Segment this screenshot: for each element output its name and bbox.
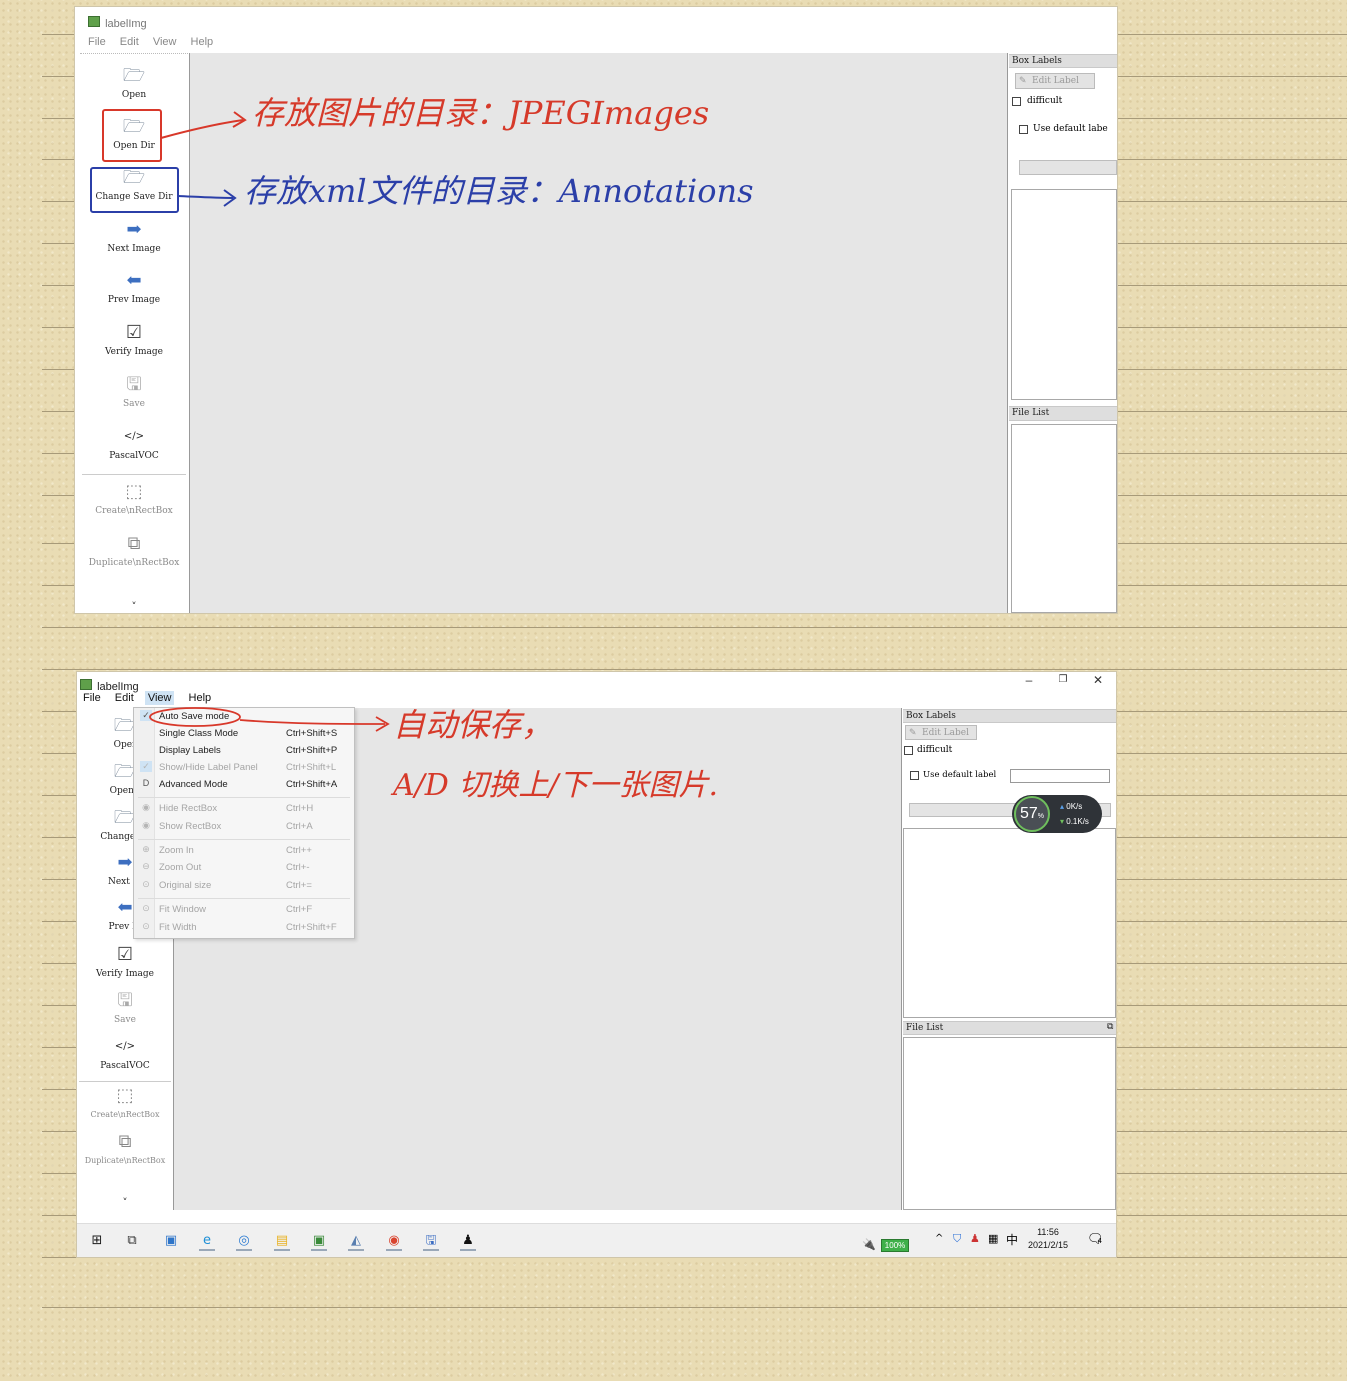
menu-item-fit-window[interactable]: ⊙ Fit Window Ctrl+F (134, 902, 354, 919)
task-view-icon[interactable]: ⧉ (124, 1233, 140, 1249)
zoom-icon: ⊙ (142, 879, 150, 889)
notes-app-icon[interactable]: ◭ (348, 1233, 364, 1251)
search-app-icon[interactable]: ◎ (236, 1233, 252, 1251)
toolbar-pascalvoc[interactable]: </> PascalVOC (77, 1037, 173, 1071)
tray-chevron-icon[interactable]: ^ (935, 1233, 943, 1244)
toolbar-label: Create\nRectBox (90, 1110, 160, 1119)
network-tray-icon[interactable]: ▦ (988, 1232, 998, 1245)
toolbar-more-chevron-icon[interactable]: ˅ (77, 1198, 173, 1209)
ime-indicator[interactable]: 中 (1006, 1231, 1018, 1248)
clock-date: 2021/2/15 (1027, 1240, 1069, 1250)
annotation-open-dir: 存放图片的目录：JPEGImages (252, 94, 710, 132)
clock-time: 11:56 (1037, 1227, 1059, 1237)
annotation-auto-save: 自动保存， (393, 706, 554, 744)
annotation-save-dir: 存放xml文件的目录：Annotations (244, 172, 754, 210)
toolbar-verify-image[interactable]: ☑ Verify Image (77, 944, 173, 980)
edge-icon[interactable]: e (199, 1233, 215, 1251)
file-explorer-icon[interactable]: ▤ (274, 1233, 290, 1251)
floppy-icon: 🖫 (117, 990, 133, 1011)
save-app-icon[interactable]: 🖫 (423, 1233, 439, 1251)
zoom-in-icon: ⊕ (142, 844, 150, 854)
label-list[interactable] (903, 828, 1116, 1018)
toolbar-label: PascalVOC (100, 1061, 150, 1071)
zoom-icon: ⊙ (142, 921, 150, 931)
toolbar-divider (79, 1081, 171, 1082)
zoom-icon: ⊙ (142, 903, 150, 913)
battery-indicator[interactable]: 🔌 100% (862, 1233, 910, 1252)
menu-item-shortcut: Ctrl++ (286, 845, 312, 856)
toolbar-label: Verify Image (96, 969, 154, 979)
menu-item-original-size[interactable]: ⊙ Original size Ctrl+= (134, 878, 354, 895)
file-list[interactable] (903, 1037, 1116, 1210)
control-panel-icon[interactable]: ▣ (163, 1233, 179, 1249)
menu-item-shortcut: Ctrl+F (286, 904, 313, 915)
menu-item-zoom-in[interactable]: ⊕ Zoom In Ctrl++ (134, 843, 354, 860)
labelimg-app-icon[interactable]: ▣ (311, 1233, 327, 1251)
menu-item-shortcut: Ctrl+- (286, 862, 310, 873)
toolbar-create-rectbox[interactable]: ⬚ Create\nRectBox (77, 1085, 173, 1120)
chrome-icon[interactable]: ◉ (386, 1233, 402, 1251)
menu-item-label: Fit Window (159, 904, 206, 915)
toolbar-label: Save (114, 1015, 136, 1025)
battery-plug-icon: 🔌 (862, 1238, 876, 1251)
menu-item-shortcut: Ctrl+= (286, 880, 312, 891)
code-icon: </> (114, 1041, 136, 1052)
clock[interactable]: 11:56 2021/2/15 (1025, 1226, 1071, 1252)
duplicate-icon: ⧉ (118, 1131, 132, 1152)
windows-icon[interactable]: ⊞ (89, 1233, 105, 1249)
menu-separator (138, 898, 350, 899)
qq-icon[interactable]: ♟ (460, 1233, 476, 1251)
notification-count: 4 (1097, 1237, 1102, 1245)
checkbox-icon: ☑ (116, 944, 134, 965)
toolbar-duplicate-rectbox[interactable]: ⧉ Duplicate\nRectBox (77, 1131, 173, 1166)
menu-item-fit-width[interactable]: ⊙ Fit Width Ctrl+Shift+F (134, 920, 354, 937)
file-list-title: File List (903, 1021, 1116, 1035)
menu-item-label: Original size (159, 880, 212, 891)
toolbar-save[interactable]: 🖫 Save (77, 990, 173, 1026)
menu-item-zoom-out[interactable]: ⊖ Zoom Out Ctrl+- (134, 860, 354, 877)
undock-icon[interactable]: ⧉ (1107, 1022, 1113, 1032)
qq-tray-icon[interactable]: ♟ (970, 1232, 980, 1245)
menu-item-label: Zoom Out (159, 862, 202, 873)
battery-level: 100% (880, 1239, 910, 1252)
zoom-out-icon: ⊖ (142, 861, 150, 871)
security-tray-icon[interactable]: ⛉ (953, 1232, 961, 1246)
notification-center-icon[interactable]: 🗨4 (1087, 1232, 1104, 1247)
annotation-overlay-2 (149, 707, 390, 732)
menu-item-shortcut: Ctrl+Shift+F (286, 922, 337, 933)
toolbar-label: Duplicate\nRectBox (84, 1156, 166, 1165)
windows-taskbar: ⊞ ⧉ ▣ e ◎ ▤ ▣ ◭ ◉ 🖫 ♟ 🔌 100% ^ ⛉ ♟ ▦ 中 11:56 2021/… (77, 1223, 1116, 1257)
annotation-ad-switch: A/D 切换上/下一张图片. (393, 768, 719, 803)
menu-item-label: Zoom In (159, 845, 194, 856)
rectbox-icon: ⬚ (116, 1085, 134, 1106)
menu-item-label: Fit Width (159, 922, 197, 933)
